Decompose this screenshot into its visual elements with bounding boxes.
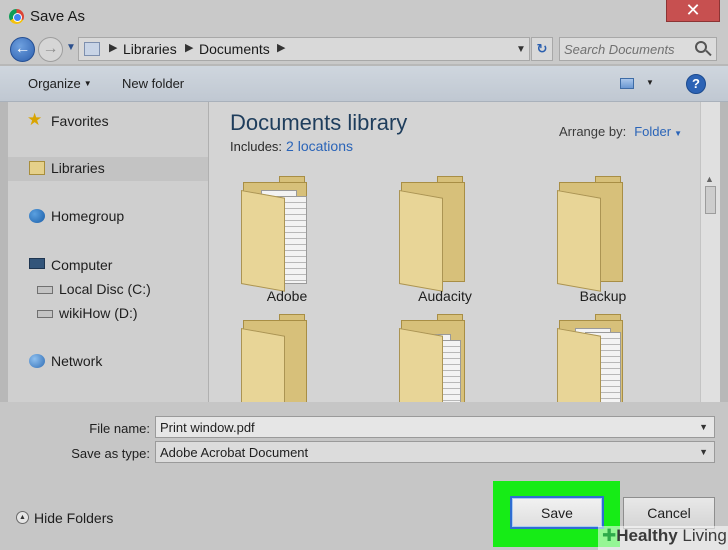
address-row: ← → ▼ ▶ Libraries ▶ Documents ▶ ▼ ↻ — [0, 34, 728, 64]
computer-icon — [29, 258, 45, 269]
file-name-input[interactable] — [160, 419, 680, 435]
scroll-up-icon[interactable]: ▲ — [705, 174, 714, 184]
save-as-type-select[interactable]: Adobe Acrobat Document ▼ — [155, 441, 715, 463]
star-icon: ★ — [27, 110, 43, 129]
plus-icon: ✚ — [602, 526, 617, 545]
refresh-icon[interactable]: ↻ — [531, 37, 553, 61]
scroll-thumb[interactable] — [705, 186, 716, 214]
breadcrumb[interactable]: ▶ Libraries ▶ Documents ▶ ▼ — [78, 37, 530, 61]
chevron-down-icon[interactable]: ▼ — [699, 422, 708, 432]
libraries-icon — [29, 161, 45, 175]
organize-menu[interactable]: Organize ▼ — [28, 76, 92, 91]
vertical-scrollbar[interactable]: ▲ — [700, 102, 720, 402]
watermark-word-2: Living — [682, 526, 727, 545]
watermark-word-1: Healthy — [616, 526, 678, 545]
nav-label-homegroup: Homegroup — [51, 208, 125, 224]
nav-label-network: Network — [51, 353, 103, 369]
hide-folders-button[interactable]: ▲ Hide Folders — [16, 510, 113, 526]
search-box[interactable] — [559, 37, 717, 61]
cancel-button[interactable]: Cancel — [623, 497, 715, 529]
nav-item-computer[interactable]: Computer — [8, 254, 208, 278]
nav-item-local-disc[interactable]: Local Disc (C:) — [8, 278, 208, 302]
hide-folders-label: Hide Folders — [34, 510, 114, 526]
save-as-type-value: Adobe Acrobat Document — [160, 445, 309, 460]
breadcrumb-libraries[interactable]: Libraries — [123, 41, 177, 57]
search-icon[interactable] — [695, 41, 707, 53]
chevron-right-icon[interactable]: ▶ — [109, 41, 117, 54]
nav-label-favorites: Favorites — [51, 113, 109, 129]
breadcrumb-documents[interactable]: Documents — [199, 41, 270, 57]
folder-icon[interactable] — [235, 176, 315, 292]
removable-drive-icon — [37, 310, 53, 318]
search-input[interactable] — [564, 40, 690, 58]
title-bar: Save As ✕ — [0, 0, 728, 34]
nav-label-local-disc: Local Disc (C:) — [59, 281, 151, 297]
content-pane: Documents library Includes: 2 locations A… — [209, 102, 700, 430]
forward-arrow-icon[interactable]: → — [38, 37, 63, 62]
change-view-icon[interactable] — [620, 78, 634, 89]
new-folder-button[interactable]: New folder — [122, 76, 184, 91]
history-dropdown-icon[interactable]: ▼ — [66, 42, 76, 53]
save-button[interactable]: Save — [510, 496, 604, 529]
close-button[interactable]: ✕ — [666, 0, 720, 22]
network-icon — [29, 354, 45, 368]
arrange-by: Arrange by: Folder ▼ — [559, 124, 682, 139]
chevron-right-icon[interactable]: ▶ — [277, 41, 285, 54]
chevron-right-icon[interactable]: ▶ — [185, 41, 193, 54]
save-as-type-label: Save as type: — [71, 446, 150, 461]
arrange-by-dropdown[interactable]: Folder — [634, 124, 671, 139]
folder-label-backup[interactable]: Backup — [543, 288, 663, 304]
chevron-down-icon[interactable]: ▼ — [699, 447, 708, 457]
folder-icon[interactable] — [551, 176, 631, 292]
folder-icon[interactable] — [393, 176, 473, 292]
folder-label-audacity[interactable]: Audacity — [385, 288, 505, 304]
watermark-logo: ✚Healthy Living — [598, 526, 728, 550]
chrome-icon — [9, 9, 24, 24]
help-icon[interactable]: ? — [686, 74, 706, 94]
nav-label-wikihow: wikiHow (D:) — [59, 305, 138, 321]
includes-label: Includes: — [230, 139, 283, 154]
locations-link[interactable]: 2 locations — [286, 138, 353, 154]
library-title: Documents library — [230, 110, 408, 135]
file-name-field[interactable]: ▼ — [155, 416, 715, 438]
file-name-label: File name: — [89, 421, 150, 436]
arrange-label: Arrange by: — [559, 124, 627, 139]
view-options-caret-icon[interactable]: ▼ — [646, 78, 654, 87]
nav-item-homegroup[interactable]: Homegroup — [8, 205, 208, 229]
caret-down-icon[interactable]: ▼ — [674, 129, 682, 138]
caret-down-icon: ▼ — [83, 79, 92, 88]
hard-drive-icon — [37, 286, 53, 294]
nav-item-favorites[interactable]: ★ Favorites — [8, 110, 208, 134]
back-arrow-icon[interactable]: ← — [10, 37, 35, 62]
window-title: Save As — [30, 8, 86, 25]
organize-label: Organize — [28, 76, 81, 91]
homegroup-icon — [29, 209, 45, 223]
nav-label-libraries: Libraries — [51, 160, 105, 176]
nav-label-computer: Computer — [51, 257, 113, 273]
chevron-down-icon[interactable]: ▼ — [516, 44, 526, 55]
collapse-up-icon: ▲ — [16, 511, 29, 524]
nav-item-network[interactable]: Network — [8, 350, 208, 374]
includes-line: Includes: 2 locations — [230, 138, 353, 154]
nav-item-wikihow[interactable]: wikiHow (D:) — [8, 302, 208, 326]
folder-label-adobe[interactable]: Adobe — [227, 288, 347, 304]
toolbar: Organize ▼ New folder ▼ ? — [0, 66, 728, 102]
navigation-pane: ★ Favorites Libraries Homegroup Computer… — [8, 102, 208, 402]
nav-item-libraries[interactable]: Libraries — [8, 157, 208, 181]
libraries-icon — [84, 42, 100, 56]
